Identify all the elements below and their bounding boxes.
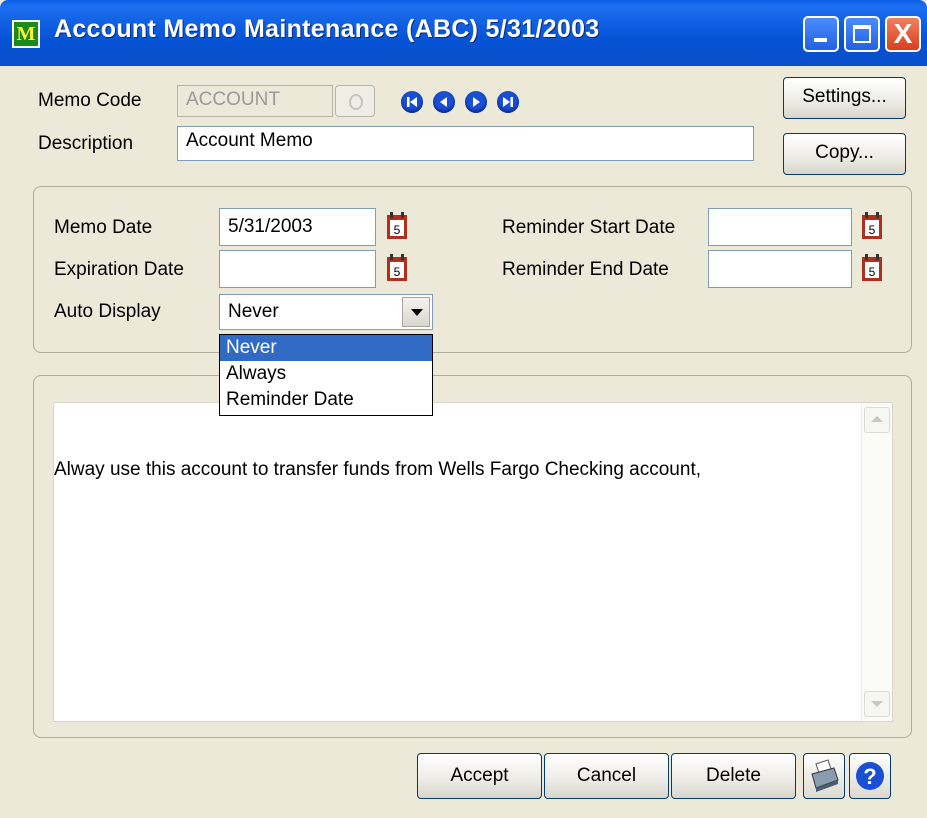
auto-display-options-list: Never Always Reminder Date — [219, 334, 433, 416]
auto-display-select[interactable]: Never — [219, 294, 433, 330]
reminder-end-date-label: Reminder End Date — [502, 259, 669, 280]
memo-date-calendar-icon[interactable]: 5 — [386, 212, 408, 240]
print-button[interactable] — [803, 753, 845, 799]
expiration-date-field[interactable] — [219, 250, 376, 288]
memo-text-area[interactable]: Alway use this account to transfer funds… — [53, 402, 893, 722]
reminder-end-calendar-icon[interactable]: 5 — [861, 254, 883, 282]
auto-display-option-never[interactable]: Never — [220, 335, 432, 361]
first-record-icon[interactable] — [401, 91, 423, 113]
delete-button-label: Delete — [706, 765, 761, 786]
expiration-date-label: Expiration Date — [54, 259, 184, 280]
auto-display-value: Never — [228, 301, 279, 322]
memo-code-label: Memo Code — [38, 90, 142, 111]
memo-date-field[interactable]: 5/31/2003 — [219, 208, 376, 246]
accept-button-label: Accept — [450, 765, 509, 786]
calendar-day-text: 5 — [869, 223, 876, 237]
calendar-day-text: 5 — [394, 223, 401, 237]
maximize-button[interactable] — [844, 16, 880, 52]
chevron-down-icon[interactable] — [402, 297, 430, 327]
expiration-date-calendar-icon[interactable]: 5 — [386, 254, 408, 282]
help-button[interactable]: ? — [849, 753, 891, 799]
close-icon: X — [893, 18, 913, 49]
auto-display-option-reminder-date[interactable]: Reminder Date — [220, 387, 432, 413]
description-label: Description — [38, 133, 134, 154]
description-field[interactable]: Account Memo — [177, 126, 754, 161]
help-icon: ? — [856, 762, 884, 790]
settings-button-label: Settings... — [802, 86, 887, 107]
scroll-up-icon[interactable] — [864, 407, 890, 433]
help-glyph: ? — [863, 764, 876, 789]
memo-text: Alway use this account to transfer funds… — [54, 459, 702, 480]
reminder-start-calendar-icon[interactable]: 5 — [861, 212, 883, 240]
title-bar[interactable]: M Account Memo Maintenance (ABC) 5/31/20… — [0, 0, 927, 66]
cancel-button[interactable]: Cancel — [544, 753, 669, 799]
reminder-start-date-field[interactable] — [708, 208, 852, 246]
window-title: Account Memo Maintenance (ABC) 5/31/2003 — [54, 15, 600, 43]
auto-display-option-always[interactable]: Always — [220, 361, 432, 387]
settings-button[interactable]: Settings... — [783, 77, 906, 119]
delete-button[interactable]: Delete — [671, 753, 796, 799]
copy-button[interactable]: Copy... — [783, 133, 906, 175]
memo-scrollbar[interactable] — [861, 403, 892, 721]
close-button[interactable]: X — [885, 16, 921, 52]
accept-button[interactable]: Accept — [417, 753, 542, 799]
memo-code-field[interactable]: ACCOUNT — [177, 85, 333, 117]
previous-record-icon[interactable] — [433, 91, 455, 113]
last-record-icon[interactable] — [497, 91, 519, 113]
copy-button-label: Copy... — [815, 142, 874, 163]
calendar-day-text: 5 — [869, 265, 876, 279]
reminder-end-date-field[interactable] — [708, 250, 852, 288]
cancel-button-label: Cancel — [576, 765, 637, 786]
reminder-start-date-label: Reminder Start Date — [502, 217, 676, 238]
next-record-icon[interactable] — [465, 91, 487, 113]
auto-display-label: Auto Display — [54, 301, 161, 322]
memo-date-label: Memo Date — [54, 217, 153, 238]
calendar-day-text: 5 — [394, 265, 401, 279]
scroll-down-icon[interactable] — [864, 691, 890, 717]
minimize-button[interactable] — [803, 16, 839, 52]
lookup-button[interactable] — [335, 85, 375, 117]
app-icon: M — [12, 20, 40, 48]
printer-icon — [811, 759, 839, 792]
